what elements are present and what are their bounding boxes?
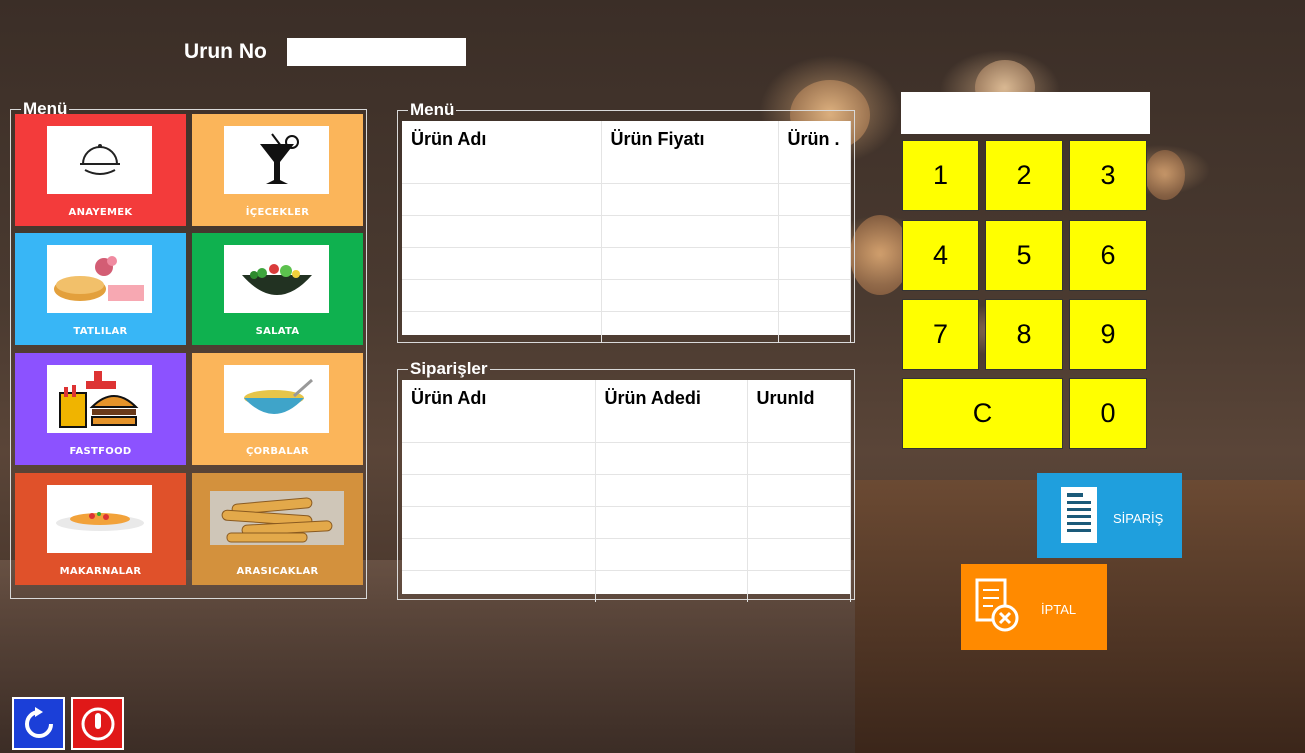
menu-table-title: Menü [410,100,455,119]
iptal-button[interactable]: İPTAL [961,564,1107,650]
fastfood-burger-icon [47,365,152,433]
key-0-button[interactable]: 0 [1069,378,1147,449]
key-2-button[interactable]: 2 [985,140,1063,211]
category-icecekler-button[interactable]: İÇECEKLER [192,114,363,226]
category-fastfood-button[interactable]: FASTFOOD [15,353,186,465]
category-salata-button[interactable]: SALATA [192,233,363,345]
category-makarnalar-button[interactable]: MAKARNALAR [15,473,186,585]
column-header-urun-fiyati[interactable]: Ürün Fiyatı [601,121,779,184]
category-anayemek-button[interactable]: ANAYEMEK [15,114,186,226]
table-row[interactable] [402,279,851,312]
column-header-urunid[interactable]: UrunId [747,380,851,443]
key-6-button[interactable]: 6 [1069,220,1147,291]
siparis-label: SİPARİŞ [1113,511,1164,526]
serving-cloche-icon [47,126,152,194]
power-icon [79,705,117,748]
column-header-urun[interactable]: Ürün . [778,121,851,184]
orders-datagrid[interactable]: Ürün Adı Ürün Adedi UrunId [402,380,851,602]
refresh-button[interactable] [12,697,65,750]
table-row[interactable] [402,311,851,343]
pendant-lamp [850,215,910,295]
key-7-button[interactable]: 7 [902,299,979,370]
category-label: ANAYEMEK [68,207,133,218]
menu-datagrid[interactable]: Ürün Adı Ürün Fiyatı Ürün . [402,121,851,343]
table-row[interactable] [402,570,851,602]
key-4-button[interactable]: 4 [902,220,979,291]
urun-no-input[interactable] [287,38,466,66]
category-label: ÇORBALAR [245,446,310,457]
column-header-urun-adi[interactable]: Ürün Adı [402,380,596,443]
pasta-plate-icon [47,485,152,553]
siparis-button[interactable]: SİPARİŞ [1037,473,1182,558]
category-corbalar-button[interactable]: ÇORBALAR [192,353,363,465]
table-row[interactable] [402,247,851,280]
category-label: SALATA [255,326,300,337]
salad-bowl-icon [224,245,329,313]
table-row[interactable] [402,215,851,248]
category-label: İÇECEKLER [245,207,310,218]
iptal-label: İPTAL [1041,602,1077,617]
column-header-urun-adedi[interactable]: Ürün Adedi [595,380,748,443]
orders-table-title: Siparişler [410,359,488,378]
key-9-button[interactable]: 9 [1069,299,1147,370]
urun-no-label: Urun No [184,40,267,63]
pendant-lamp [1145,150,1185,200]
cocktail-glass-icon [224,126,329,194]
borek-rolls-icon [210,491,344,545]
dessert-cake-icon [47,245,152,313]
refresh-icon [20,705,58,748]
power-button[interactable] [71,697,124,750]
document-icon [1059,485,1099,550]
table-row[interactable] [402,442,851,475]
category-label: MAKARNALAR [59,566,142,577]
table-row[interactable] [402,506,851,539]
category-label: FASTFOOD [69,446,132,457]
key-clear-button[interactable]: C [902,378,1063,449]
key-3-button[interactable]: 3 [1069,140,1147,211]
category-arasicaklar-button[interactable]: ARASICAKLAR [192,473,363,585]
table-row[interactable] [402,474,851,507]
key-1-button[interactable]: 1 [902,140,979,211]
category-tatlilar-button[interactable]: TATLILAR [15,233,186,345]
table-row[interactable] [402,538,851,571]
key-5-button[interactable]: 5 [985,220,1063,291]
key-8-button[interactable]: 8 [985,299,1063,370]
column-header-urun-adi[interactable]: Ürün Adı [402,121,602,184]
keypad-display[interactable] [901,92,1150,134]
category-label: ARASICAKLAR [236,566,319,577]
cancel-document-icon [975,578,1021,641]
table-row[interactable] [402,183,851,216]
category-label: TATLILAR [73,326,128,337]
soup-bowl-icon [224,365,329,433]
